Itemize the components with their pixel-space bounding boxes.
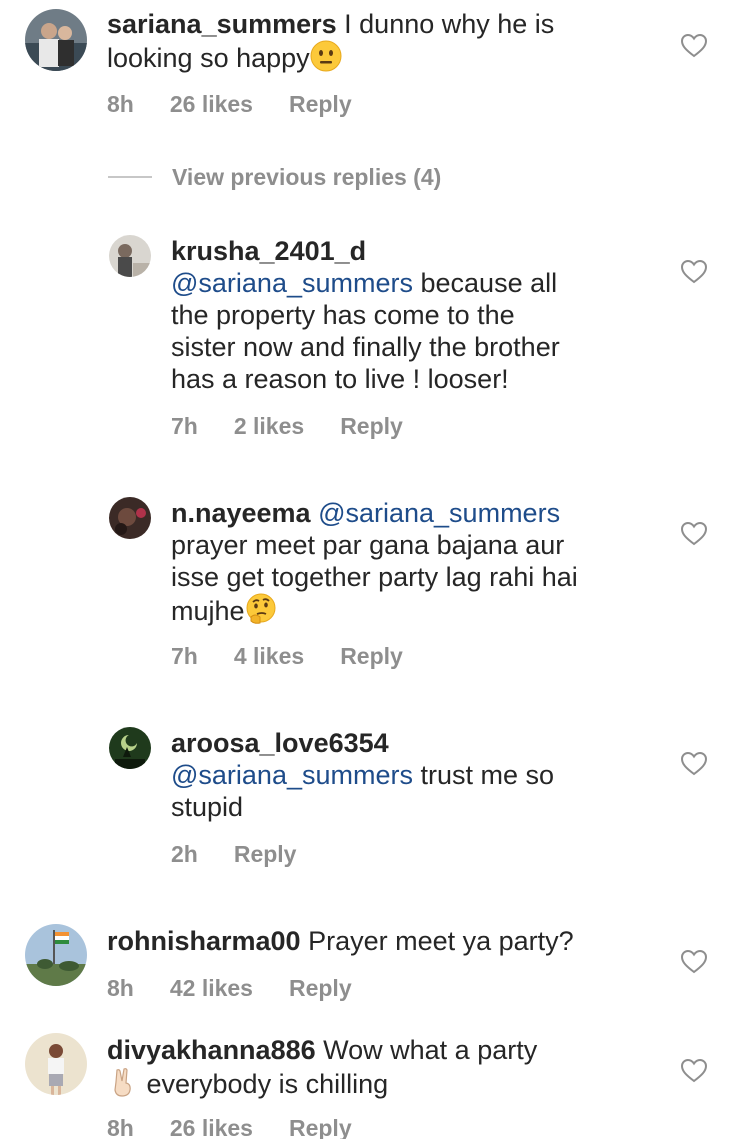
heart-outline-icon[interactable] xyxy=(680,259,708,284)
comment-body: mujhe xyxy=(171,596,245,626)
reply-button[interactable]: Reply xyxy=(340,413,403,439)
comment-meta: 8h 42 likes Reply xyxy=(107,975,388,1002)
avatar[interactable] xyxy=(25,1033,87,1095)
likes-count[interactable]: 42 likes xyxy=(170,975,253,1001)
thinking-face-emoji xyxy=(245,593,277,625)
timestamp: 7h xyxy=(171,643,198,669)
comment-meta: 8h 26 likes Reply xyxy=(107,1115,388,1139)
reply-button[interactable]: Reply xyxy=(289,975,352,1001)
neutral-face-emoji xyxy=(310,40,342,72)
comment-body: because all xyxy=(413,268,558,298)
reply-button[interactable]: Reply xyxy=(234,841,297,867)
username[interactable]: sariana_summers xyxy=(107,9,337,39)
comment-text: rohnisharma00 Prayer meet ya party? xyxy=(107,925,667,957)
username[interactable]: n.nayeema xyxy=(171,498,311,528)
likes-count[interactable]: 26 likes xyxy=(170,91,253,117)
mention-link[interactable]: @sariana_summers xyxy=(171,760,413,790)
comment-meta: 7h 4 likes Reply xyxy=(171,643,439,670)
view-previous-replies[interactable]: View previous replies (4) xyxy=(108,163,441,191)
view-previous-replies-label[interactable]: View previous replies (4) xyxy=(172,164,441,191)
heart-outline-icon[interactable] xyxy=(680,751,708,776)
mention-link[interactable]: @sariana_summers xyxy=(171,268,413,298)
comment-body: prayer meet par gana bajana aur xyxy=(171,530,565,560)
comment-text: aroosa_love6354 @sariana_summers trust m… xyxy=(171,727,671,823)
reply-button[interactable]: Reply xyxy=(340,643,403,669)
timestamp: 7h xyxy=(171,413,198,439)
comment-body: the property has come to the xyxy=(171,300,515,330)
comment-body: everybody is chilling xyxy=(139,1069,389,1099)
comment-meta: 7h 2 likes Reply xyxy=(171,413,439,440)
comment-text: n.nayeema @sariana_summers prayer meet p… xyxy=(171,497,671,627)
timestamp: 2h xyxy=(171,841,198,867)
avatar[interactable] xyxy=(25,924,87,986)
timestamp: 8h xyxy=(107,975,134,1001)
heart-outline-icon[interactable] xyxy=(680,1058,708,1083)
comment-body: I dunno why he is xyxy=(336,9,555,39)
likes-count[interactable]: 2 likes xyxy=(234,413,304,439)
comment-body: sister now and finally the brother xyxy=(171,332,560,362)
comment-body: stupid xyxy=(171,792,244,822)
comments-page: sariana_summers I dunno why he is lookin… xyxy=(0,0,750,1139)
timestamp: 8h xyxy=(107,91,134,117)
comment-body: isse get together party lag rahi hai xyxy=(171,562,578,592)
avatar[interactable] xyxy=(109,235,151,277)
avatar[interactable] xyxy=(25,9,87,71)
reply-button[interactable]: Reply xyxy=(289,91,352,117)
comment-body: looking so happy xyxy=(107,43,310,73)
comment-meta: 8h 26 likes Reply xyxy=(107,91,388,118)
username[interactable]: divyakhanna886 xyxy=(107,1035,316,1065)
likes-count[interactable]: 26 likes xyxy=(170,1115,253,1139)
mention-link[interactable]: @sariana_summers xyxy=(311,498,560,528)
comment-text: divyakhanna886 Wow what a party everybod… xyxy=(107,1034,667,1100)
victory-hand-emoji xyxy=(107,1066,139,1098)
comment-text: krusha_2401_d @sariana_summers because a… xyxy=(171,235,671,395)
comment-body: has a reason to live ! looser! xyxy=(171,364,509,394)
reply-button[interactable]: Reply xyxy=(289,1115,352,1139)
heart-outline-icon[interactable] xyxy=(680,521,708,546)
username[interactable]: rohnisharma00 xyxy=(107,926,301,956)
likes-count[interactable]: 4 likes xyxy=(234,643,304,669)
divider xyxy=(108,176,152,178)
comment-body: Prayer meet ya party? xyxy=(300,926,574,956)
comment-meta: 2h Reply xyxy=(171,841,332,868)
username[interactable]: aroosa_love6354 xyxy=(171,728,389,758)
avatar[interactable] xyxy=(109,497,151,539)
comment-text: sariana_summers I dunno why he is lookin… xyxy=(107,8,667,74)
heart-outline-icon[interactable] xyxy=(680,33,708,58)
comment-body: Wow what a party xyxy=(315,1035,538,1065)
comment-body: trust me so xyxy=(413,760,555,790)
username[interactable]: krusha_2401_d xyxy=(171,236,366,266)
heart-outline-icon[interactable] xyxy=(680,949,708,974)
timestamp: 8h xyxy=(107,1115,134,1139)
avatar[interactable] xyxy=(109,727,151,769)
